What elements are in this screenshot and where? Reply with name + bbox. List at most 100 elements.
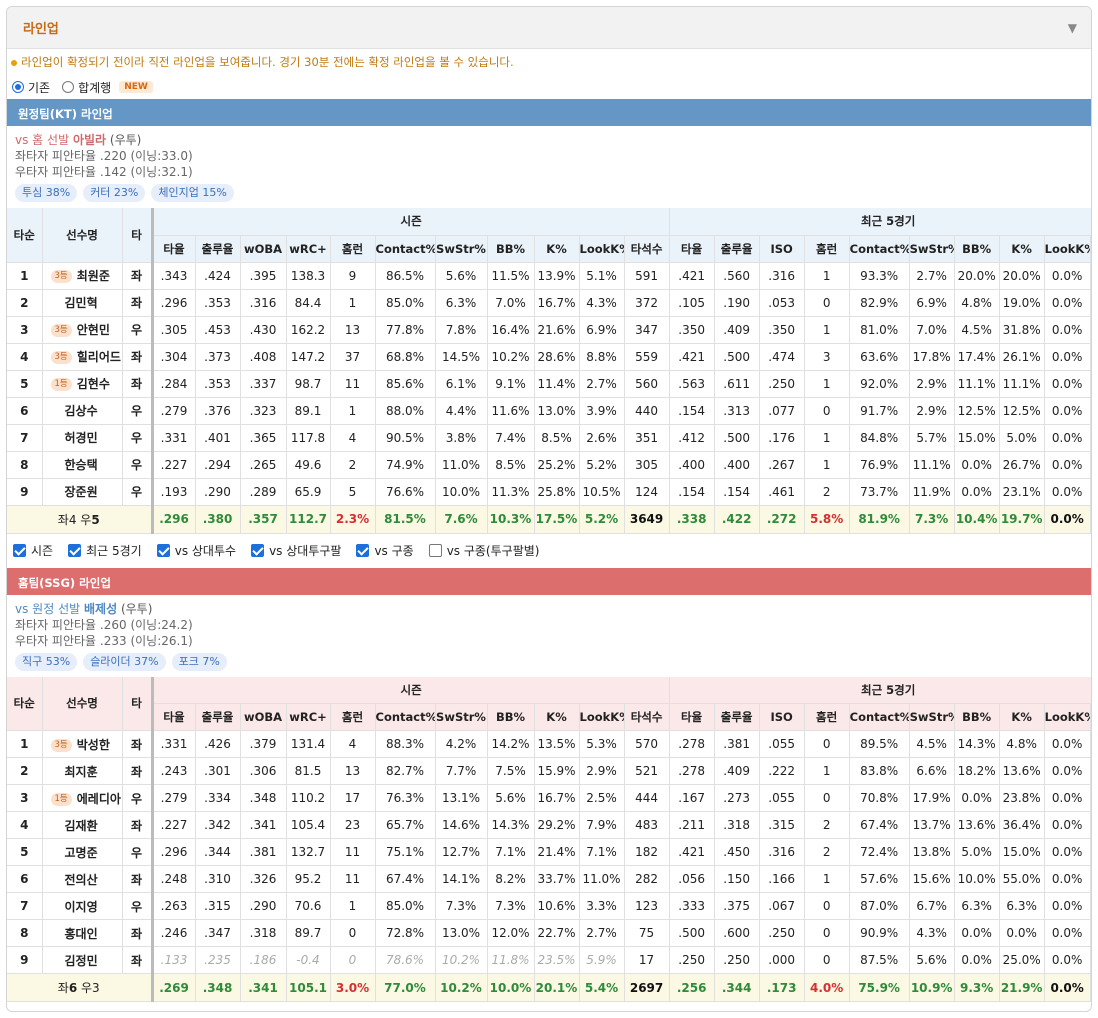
checkbox-icon[interactable] — [68, 544, 82, 557]
col-season-stat[interactable]: 홈런 — [330, 703, 376, 731]
table-row[interactable]: 2 최지훈 좌 .243.301.306 81.5 13 82.7% 7.7% 7.5% 15.9… — [7, 757, 1091, 785]
player-name-cell[interactable]: 허경민 — [42, 424, 123, 452]
player-name[interactable]: 홍대인 — [65, 927, 98, 941]
col-season-stat[interactable]: LookK% — [579, 703, 625, 731]
checkbox-icon[interactable] — [156, 544, 170, 557]
radio-basic[interactable]: 기존 — [12, 79, 50, 96]
col-recent-stat[interactable]: 홈런 — [804, 703, 850, 731]
col-season-stat[interactable]: wOBA — [240, 235, 287, 263]
player-name[interactable]: 이지영 — [65, 900, 98, 914]
table-row[interactable]: 3 3등 안현민 우 .305.453.430 162.2 13 77.8% 7.8% 16.4%… — [7, 316, 1091, 344]
filter-checkbox[interactable]: 시즌 — [13, 542, 53, 559]
player-name[interactable]: 전의산 — [65, 873, 98, 887]
col-recent-stat[interactable]: LookK% — [1044, 235, 1091, 263]
table-row[interactable]: 7 허경민 우 .331.401.365 117.8 4 90.5% 3.8% 7.4% 8.5%… — [7, 424, 1091, 452]
player-name-cell[interactable]: 3등 안현민 — [42, 316, 123, 344]
player-name[interactable]: 김민혁 — [65, 296, 98, 310]
player-name-cell[interactable]: 김상수 — [42, 397, 123, 425]
table-row[interactable]: 2 김민혁 좌 .296.353.316 84.4 1 85.0% 6.3% 7.0% 16.7%… — [7, 289, 1091, 317]
col-recent-stat[interactable]: LookK% — [1044, 703, 1091, 731]
col-recent-stat[interactable]: Contact% — [849, 235, 910, 263]
player-name[interactable]: 김현수 — [77, 377, 110, 391]
col-recent-stat[interactable]: ISO — [759, 703, 805, 731]
col-season-stat[interactable]: LookK% — [579, 235, 625, 263]
player-name-cell[interactable]: 3등 박성한 — [42, 730, 123, 758]
col-recent-stat[interactable]: SwStr% — [909, 235, 955, 263]
col-recent-stat[interactable]: Contact% — [849, 703, 910, 731]
col-season-stat[interactable]: BB% — [487, 235, 535, 263]
player-name-cell[interactable]: 김재환 — [42, 811, 123, 839]
player-name[interactable]: 허경민 — [65, 431, 98, 445]
col-season-stat[interactable]: SwStr% — [435, 235, 488, 263]
player-name[interactable]: 안현민 — [77, 323, 110, 337]
filter-checkbox[interactable]: vs 상대투구팔 — [251, 542, 341, 559]
col-season-stat[interactable]: K% — [534, 703, 580, 731]
col-season-stat[interactable]: SwStr% — [435, 703, 488, 731]
player-name[interactable]: 김상수 — [65, 404, 98, 418]
col-season-stat[interactable]: wRC+ — [286, 703, 331, 731]
player-name[interactable]: 김정민 — [65, 954, 98, 968]
player-name-cell[interactable]: 장준원 — [42, 478, 123, 506]
col-recent-stat[interactable]: BB% — [954, 235, 1000, 263]
col-recent-stat[interactable]: 타율 — [669, 703, 715, 731]
player-name-cell[interactable]: 1등 김현수 — [42, 370, 123, 398]
player-name-cell[interactable]: 고명준 — [42, 838, 123, 866]
table-row[interactable]: 6 전의산 좌 .248.310.326 95.2 11 67.4% 14.1% 8.2% 33.… — [7, 865, 1091, 893]
col-season-stat[interactable]: K% — [534, 235, 580, 263]
table-row[interactable]: 3 1등 에레디아 우 .279.334.348 110.2 17 76.3% 13.1% 5.6… — [7, 784, 1091, 812]
player-name-cell[interactable]: 전의산 — [42, 865, 123, 893]
player-name[interactable]: 최원준 — [77, 269, 110, 283]
col-season-stat[interactable]: 타석수 — [624, 235, 670, 263]
col-recent-stat[interactable]: ISO — [759, 235, 805, 263]
player-name[interactable]: 장준원 — [65, 485, 98, 499]
player-name[interactable]: 힐리어드 — [77, 350, 121, 364]
col-recent-stat[interactable]: 타율 — [669, 235, 715, 263]
radio-basic-dot[interactable] — [12, 81, 24, 93]
player-name[interactable]: 김재환 — [65, 819, 98, 833]
col-recent-stat[interactable]: K% — [999, 235, 1045, 263]
col-season-stat[interactable]: Contact% — [375, 235, 436, 263]
table-row[interactable]: 6 김상수 우 .279.376.323 89.1 1 88.0% 4.4% 11.6% 13.0… — [7, 397, 1091, 425]
radio-combined[interactable]: 합계행 — [62, 79, 111, 96]
panel-header[interactable]: 라인업 ▼ — [7, 7, 1091, 49]
col-recent-stat[interactable]: K% — [999, 703, 1045, 731]
away-opponent-pitcher-name[interactable]: 아빌라 — [73, 133, 106, 147]
player-name-cell[interactable]: 3등 힐리어드 — [42, 343, 123, 371]
filter-checkbox[interactable]: vs 구종 — [356, 542, 414, 559]
table-row[interactable]: 5 고명준 우 .296.344.381 132.7 11 75.1% 12.7% 7.1% 21… — [7, 838, 1091, 866]
filter-checkbox[interactable]: 최근 5경기 — [68, 542, 142, 559]
filter-checkbox[interactable]: vs 상대투수 — [156, 542, 236, 559]
radio-combined-dot[interactable] — [62, 81, 75, 93]
player-name[interactable]: 한승택 — [65, 458, 98, 472]
chevron-down-icon[interactable]: ▼ — [1068, 21, 1077, 35]
table-row[interactable]: 9 장준원 우 .193.290.289 65.9 5 76.6% 10.0% 11.3% 25.… — [7, 478, 1091, 506]
player-name-cell[interactable]: 김민혁 — [42, 289, 123, 317]
filter-checkbox[interactable]: vs 구종(투구팔별) — [428, 542, 539, 559]
checkbox-icon[interactable] — [251, 544, 265, 557]
player-name[interactable]: 고명준 — [65, 846, 98, 860]
col-season-stat[interactable]: 홈런 — [330, 235, 376, 263]
table-row[interactable]: 1 3등 최원준 좌 .343.424.395 138.3 9 86.5% 5.6% 11.5% 1… — [7, 262, 1091, 290]
col-season-stat[interactable]: Contact% — [375, 703, 436, 731]
col-season-stat[interactable]: 타율 — [150, 703, 196, 731]
col-recent-stat[interactable]: SwStr% — [909, 703, 955, 731]
table-row[interactable]: 4 3등 힐리어드 좌 .304.373.408 147.2 37 68.8% 14.5% 10.… — [7, 343, 1091, 371]
checkbox-icon[interactable] — [13, 544, 26, 557]
player-name-cell[interactable]: 홍대인 — [42, 919, 123, 947]
player-name-cell[interactable]: 최지훈 — [42, 757, 123, 785]
player-name-cell[interactable]: 3등 최원준 — [42, 262, 123, 290]
col-season-stat[interactable]: 출루율 — [195, 703, 241, 731]
col-season-stat[interactable]: 출루율 — [195, 235, 241, 263]
col-season-stat[interactable]: wRC+ — [286, 235, 331, 263]
table-row[interactable]: 5 1등 김현수 좌 .284.353.337 98.7 11 85.6% 6.1% 9.1% 11… — [7, 370, 1091, 398]
table-row[interactable]: 8 홍대인 좌 .246.347.318 89.7 0 72.8% 13.0% 12.0% 22.… — [7, 919, 1091, 947]
table-row[interactable]: 1 3등 박성한 좌 .331.426.379 131.4 4 88.3% 4.2% 14.2% 1… — [7, 730, 1091, 758]
player-name-cell[interactable]: 이지영 — [42, 892, 123, 920]
table-row[interactable]: 7 이지영 우 .263.315.290 70.6 1 85.0% 7.3% 7.3% 10.6%… — [7, 892, 1091, 920]
player-name[interactable]: 박성한 — [77, 738, 110, 752]
player-name[interactable]: 에레디아 — [77, 792, 121, 806]
player-name-cell[interactable]: 1등 에레디아 — [42, 784, 123, 812]
table-row[interactable]: 9 김정민 좌 .133.235.186 -0.4 0 78.6% 10.2% 11.8% 23.… — [7, 946, 1091, 974]
col-season-stat[interactable]: wOBA — [240, 703, 287, 731]
col-recent-stat[interactable]: BB% — [954, 703, 1000, 731]
